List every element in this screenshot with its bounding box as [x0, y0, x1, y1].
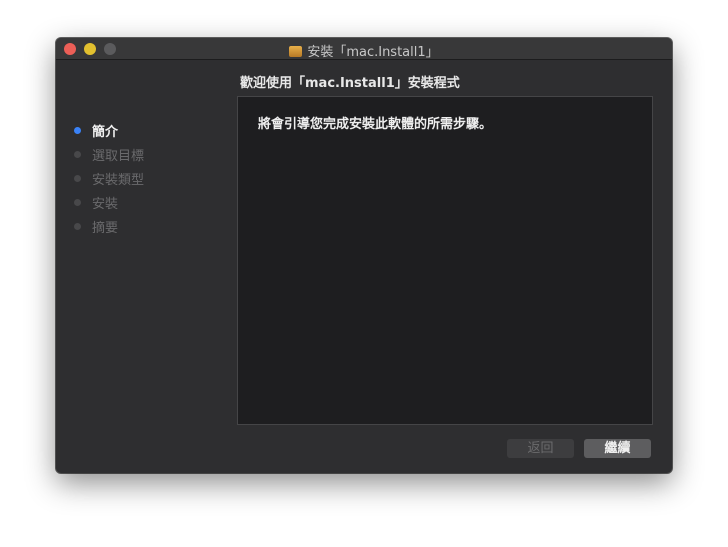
step-installation-type: 安裝類型 — [74, 166, 144, 190]
steps-sidebar: 簡介 選取目標 安裝類型 安裝 摘要 — [74, 118, 144, 238]
step-destination: 選取目標 — [74, 142, 144, 166]
step-summary: 摘要 — [74, 214, 144, 238]
installer-window: 安裝「mac.Install1」 歡迎使用「mac.Install1」安裝程式 … — [56, 38, 672, 473]
step-label: 安裝類型 — [92, 172, 145, 188]
window-title: 安裝「mac.Install1」 — [56, 41, 672, 60]
step-active-dot-icon — [74, 126, 81, 134]
step-label: 安裝 — [92, 196, 119, 212]
step-dot-icon — [74, 198, 81, 206]
continue-button[interactable]: 繼續 — [584, 439, 651, 458]
step-dot-icon — [74, 150, 81, 158]
step-dot-icon — [74, 222, 81, 230]
page-title: 歡迎使用「mac.Install1」安裝程式 — [240, 76, 460, 91]
content-panel: 將會引導您完成安裝此軟體的所需步驟。 — [237, 96, 653, 425]
step-label: 簡介 — [92, 124, 119, 140]
back-button[interactable]: 返回 — [507, 439, 574, 458]
title-bar[interactable]: 安裝「mac.Install1」 — [56, 38, 672, 60]
step-introduction: 簡介 — [74, 118, 144, 142]
window-title-text: 安裝「mac.Install1」 — [307, 45, 439, 60]
package-icon — [289, 46, 303, 57]
step-install: 安裝 — [74, 190, 144, 214]
step-dot-icon — [74, 174, 81, 182]
step-label: 摘要 — [92, 220, 119, 236]
step-label: 選取目標 — [92, 148, 145, 164]
intro-text: 將會引導您完成安裝此軟體的所需步驟。 — [258, 117, 493, 132]
